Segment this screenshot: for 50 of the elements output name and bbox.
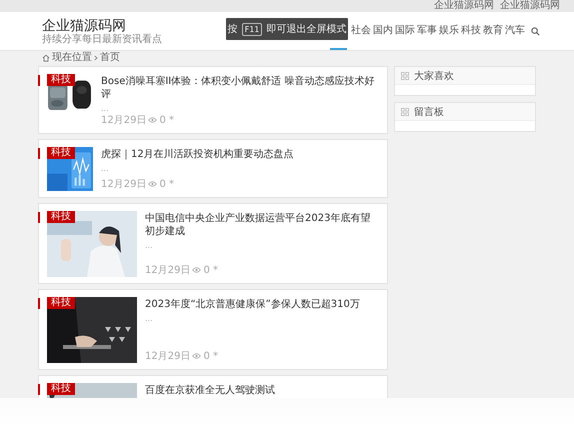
nav-item[interactable]: 社会	[351, 25, 371, 37]
article-date: 12月29日	[101, 178, 146, 191]
grid-icon	[401, 108, 409, 116]
article-date: 12月29日	[101, 114, 146, 127]
nav-item[interactable]: 国际	[395, 25, 415, 37]
article-title[interactable]: 中国电信中央企业产业数据运营平台2023年底有望初步建成	[145, 212, 379, 238]
view-count: 0 *	[159, 178, 174, 190]
article-date: 12月29日	[145, 264, 190, 277]
article-title[interactable]: 虎探｜12月在川活跃投资机构重要动态盘点	[101, 148, 379, 161]
eye-icon	[148, 117, 158, 123]
notice-text: 即可退出全屏模式	[266, 22, 346, 36]
site-logo[interactable]: 企业猫源码网	[42, 18, 162, 34]
category-tag[interactable]: 科技	[47, 383, 75, 395]
nav-item[interactable]: 娱乐	[439, 25, 459, 37]
view-count: 0 *	[203, 350, 218, 362]
widget-title: 大家喜欢	[414, 70, 454, 82]
view-count: 0 *	[203, 264, 218, 276]
eye-icon	[148, 181, 158, 187]
breadcrumb-link[interactable]: 首页	[100, 52, 120, 63]
article-excerpt: ...	[101, 104, 110, 113]
site-slogan: 持续分享每日最新资讯看点	[42, 34, 162, 44]
breadcrumb-label: 现在位置	[52, 52, 92, 63]
grid-icon	[401, 72, 409, 80]
nav-item[interactable]: 国内	[373, 25, 393, 37]
search-icon[interactable]	[531, 26, 540, 36]
nav-item[interactable]: 军事	[417, 25, 437, 37]
article-title[interactable]: Bose消噪耳塞II体验：体积变小佩戴舒适 噪音动态感应技术好评	[101, 75, 379, 101]
article-excerpt: ...	[101, 164, 110, 173]
article-date: 12月29日	[145, 350, 190, 363]
widget-title: 留言板	[414, 106, 444, 118]
top-link[interactable]: 企业猫源码网	[500, 0, 560, 12]
category-tag[interactable]: 科技	[47, 297, 75, 309]
nav-item[interactable]: 教育	[483, 25, 503, 37]
eye-icon	[192, 353, 202, 359]
category-tag[interactable]: 科技	[47, 211, 75, 223]
chevron-icon	[94, 54, 98, 60]
article-title[interactable]: 百度在京获准全无人驾驶测试	[145, 384, 379, 397]
top-link[interactable]: 企业猫源码网	[434, 0, 494, 12]
nav-item[interactable]: 汽车	[505, 25, 525, 37]
home-icon	[42, 54, 50, 62]
article-excerpt: ...	[145, 241, 154, 250]
category-tag[interactable]: 科技	[47, 147, 75, 159]
article-excerpt: ...	[145, 314, 154, 323]
key-label: F11	[242, 22, 262, 36]
category-tag[interactable]: 科技	[47, 74, 75, 86]
eye-icon	[192, 267, 202, 273]
nav-item[interactable]: 科技	[461, 25, 481, 37]
notice-text: 按	[228, 22, 238, 36]
view-count: 0 *	[159, 114, 174, 126]
article-title[interactable]: 2023年度“北京普惠健康保”参保人数已超310万	[145, 298, 379, 311]
